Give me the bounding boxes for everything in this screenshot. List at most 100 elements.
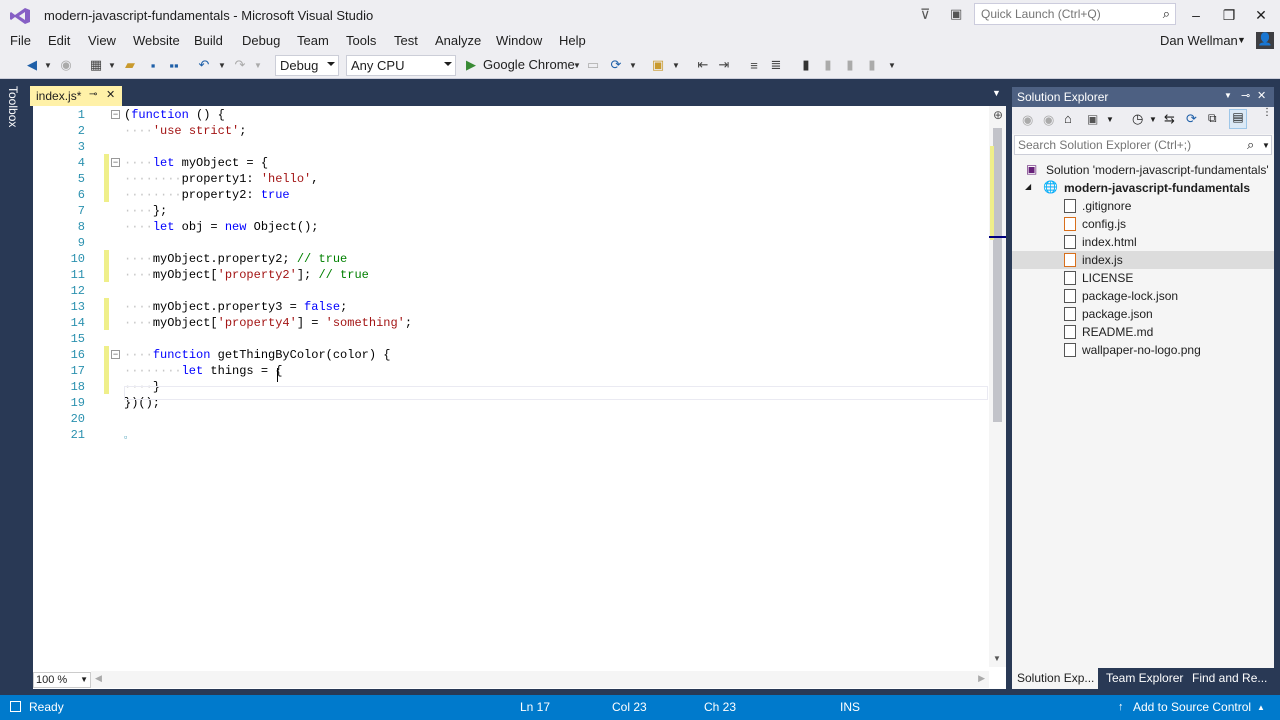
feedback-icon[interactable]: ▣ [950,6,962,22]
code-line[interactable]: ····myObject['property4'] = 'something'; [124,316,412,330]
outdent-icon[interactable]: ⇤ [695,57,711,73]
menu-view[interactable]: View [88,33,116,48]
previous-bookmark-icon[interactable]: ▮ [820,57,836,73]
find-in-files-icon[interactable]: ▣ [650,57,666,73]
menu-window[interactable]: Window [496,33,542,48]
tree-item-file[interactable]: index.html [1012,233,1274,251]
refresh-dropdown-icon[interactable]: ▼ [625,57,641,73]
split-icon[interactable]: ⊕ [993,108,1003,122]
collapse-icon[interactable]: − [111,350,120,359]
browser-link-icon[interactable]: ▭ [585,57,601,73]
home-icon[interactable]: ⌂ [1064,111,1072,126]
code-line[interactable]: ········property1: 'hello', [124,172,318,186]
menu-test[interactable]: Test [394,33,418,48]
account-dropdown-icon[interactable]: ▼ [1237,35,1246,45]
switch-views-icon[interactable]: ▣ [1087,112,1098,126]
uncomment-icon[interactable]: ≣ [768,57,784,73]
search-options-dropdown-icon[interactable]: ▼ [1262,141,1270,150]
menu-analyze[interactable]: Analyze [435,33,481,48]
save-all-icon[interactable]: ▪▪ [166,57,182,73]
solution-search-box[interactable]: ⌕ ▼ [1014,135,1272,155]
undo-dropdown-icon[interactable]: ▼ [214,57,230,73]
sync-icon[interactable]: ⇆ [1164,111,1175,127]
collapse-all-icon[interactable]: ⧉ [1208,111,1217,126]
find-dropdown-icon[interactable]: ▼ [668,57,684,73]
code-line[interactable]: ····'use strict'; [124,124,246,138]
quick-launch-input[interactable] [975,4,1145,24]
tree-item-project[interactable]: ◢ 🌐 modern-javascript-fundamentals [1012,179,1274,197]
code-line[interactable]: ····let obj = new Object(); [124,220,318,234]
views-dropdown-icon[interactable]: ▼ [1106,115,1114,124]
chevron-up-icon[interactable]: ▲ [1257,703,1265,712]
collapse-icon[interactable]: − [111,158,120,167]
pending-changes-icon[interactable]: ◷ [1132,111,1143,127]
collapse-icon[interactable]: − [111,110,120,119]
close-icon[interactable]: ✕ [106,88,115,101]
tree-item-file[interactable]: README.md [1012,323,1274,341]
menu-help[interactable]: Help [559,33,586,48]
toolbar-overflow-icon[interactable]: ⋮ [1262,107,1272,118]
undo-icon[interactable]: ↶ [196,57,212,73]
avatar[interactable]: 👤 [1256,32,1274,49]
toolbar-overflow-icon[interactable]: ▼ [884,57,900,73]
pin-icon[interactable]: ⊸ [1241,89,1250,102]
user-account[interactable]: Dan Wellman [1160,33,1238,48]
tree-item-file[interactable]: index.js [1012,251,1274,269]
run-target-dropdown-icon[interactable]: ▼ [569,57,585,73]
minimize-button[interactable]: – [1185,5,1207,25]
save-icon[interactable]: ▪ [145,57,161,73]
notification-filter-icon[interactable]: ⊽ [920,6,930,23]
redo-icon[interactable]: ↷ [232,57,248,73]
menu-debug[interactable]: Debug [242,33,280,48]
insert-mode-indicator[interactable]: INS [840,700,860,714]
window-position-dropdown-icon[interactable]: ▼ [1224,91,1232,100]
comment-icon[interactable]: ≡ [746,57,762,73]
tab-index-js[interactable]: index.js* ⊸ ✕ [30,86,122,106]
scroll-down-icon[interactable]: ▼ [993,654,1001,663]
show-all-files-icon[interactable]: ▤ [1229,109,1247,129]
pin-icon[interactable]: ⊸ [89,89,97,100]
code-line[interactable]: ····function getThingByColor(color) { [124,348,390,362]
tree-item-solution[interactable]: ▣ Solution 'modern-javascript-fundamenta… [1012,161,1274,179]
add-to-source-control-button[interactable]: Add to Source Control [1133,700,1251,714]
menu-edit[interactable]: Edit [48,33,70,48]
configuration-combo[interactable]: Debug [275,55,339,76]
menu-build[interactable]: Build [194,33,223,48]
start-debugging-icon[interactable]: ▶ [463,57,479,73]
code-line[interactable]: ····let myObject = { [124,156,268,170]
code-line[interactable]: (function () { [124,108,225,122]
clear-bookmarks-icon[interactable]: ▮ [864,57,880,73]
next-bookmark-icon[interactable]: ▮ [842,57,858,73]
navigate-back-icon[interactable]: ◀ [24,57,40,73]
tab-list-dropdown-icon[interactable]: ▼ [992,88,1001,98]
code-line[interactable]: ····myObject.property3 = false; [124,300,347,314]
scroll-right-icon[interactable]: ▶ [978,673,985,684]
platform-combo[interactable]: Any CPU [346,55,456,76]
code-line[interactable]: ····myObject['property2']; // true [124,268,369,282]
tab-solution-explorer[interactable]: Solution Exp... [1012,668,1098,689]
toolbox-tab[interactable]: Toolbox [6,86,20,127]
maximize-button[interactable]: ❐ [1218,5,1240,25]
redo-dropdown-icon[interactable]: ▼ [250,57,266,73]
tab-team-explorer[interactable]: Team Explorer [1106,671,1183,685]
code-line[interactable]: ····myObject.property2; // true [124,252,347,266]
new-dropdown-icon[interactable]: ▼ [104,57,120,73]
menu-tools[interactable]: Tools [346,33,376,48]
zoom-combo[interactable]: 100 % ▼ [33,672,91,688]
scroll-left-icon[interactable]: ◀ [95,673,102,684]
code-line[interactable]: ····}; [124,204,167,218]
scrollbar-thumb[interactable] [993,128,1002,422]
horizontal-scrollbar[interactable]: ◀ ▶ [91,671,989,688]
new-project-icon[interactable]: ▦ [88,57,104,73]
close-button[interactable]: ✕ [1250,5,1272,25]
tree-item-file[interactable]: package.json [1012,305,1274,323]
vertical-scrollbar[interactable]: ⊕ ▼ [989,106,1006,667]
bookmark-icon[interactable]: ▮ [798,57,814,73]
expanded-arrow-icon[interactable]: ◢ [1025,182,1031,191]
menu-team[interactable]: Team [297,33,329,48]
close-icon[interactable]: ✕ [1257,89,1266,102]
tree-item-file[interactable]: wallpaper-no-logo.png [1012,341,1274,359]
filter-dropdown-icon[interactable]: ▼ [1149,115,1157,124]
indent-icon[interactable]: ⇥ [716,57,732,73]
code-line[interactable]: ········let things = { [124,364,282,378]
